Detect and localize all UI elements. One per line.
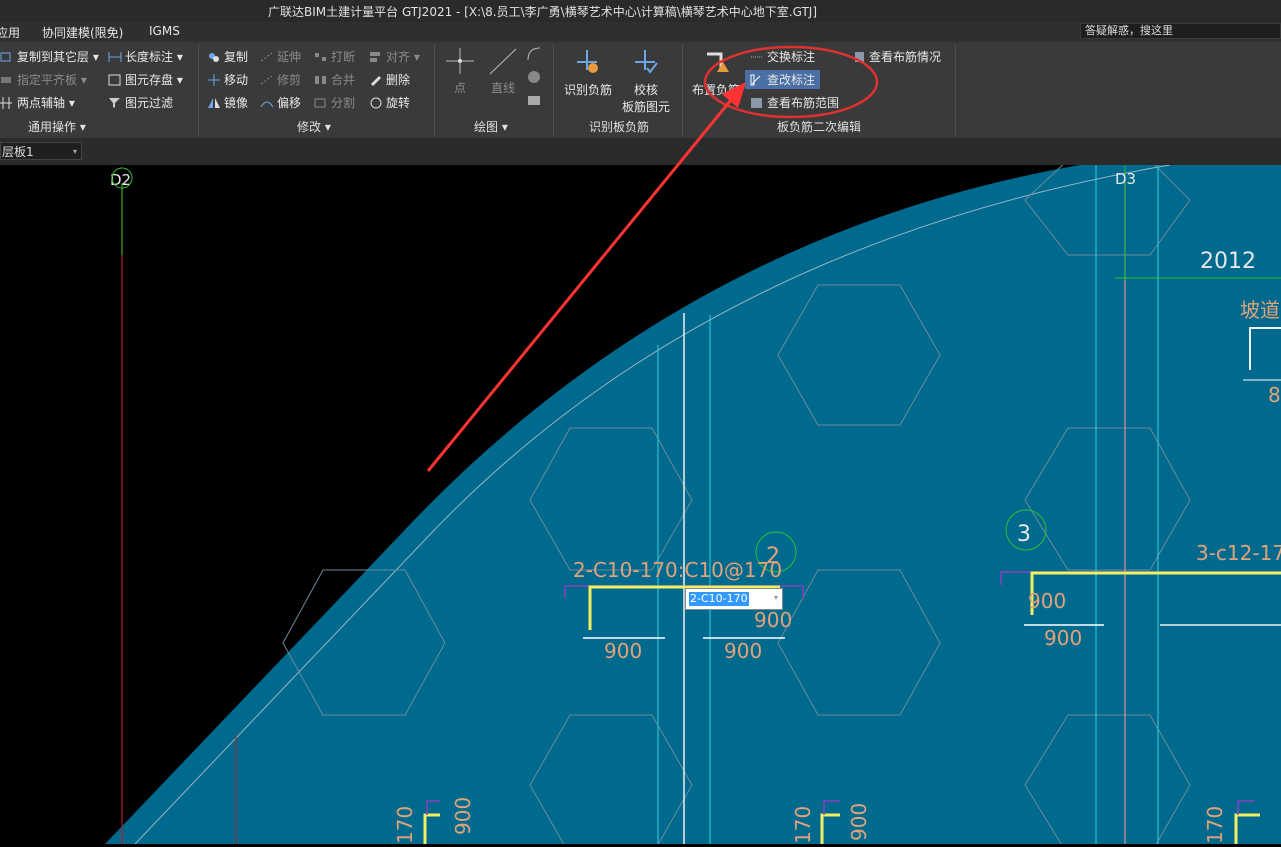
annotation-arrow — [426, 94, 737, 472]
label-edit-input[interactable]: 2-C10-170 ▾ — [685, 588, 783, 610]
chevron-down-icon[interactable]: ▾ — [774, 593, 778, 602]
highlight-ellipse — [703, 45, 879, 119]
annotation-overlay — [426, 45, 879, 472]
